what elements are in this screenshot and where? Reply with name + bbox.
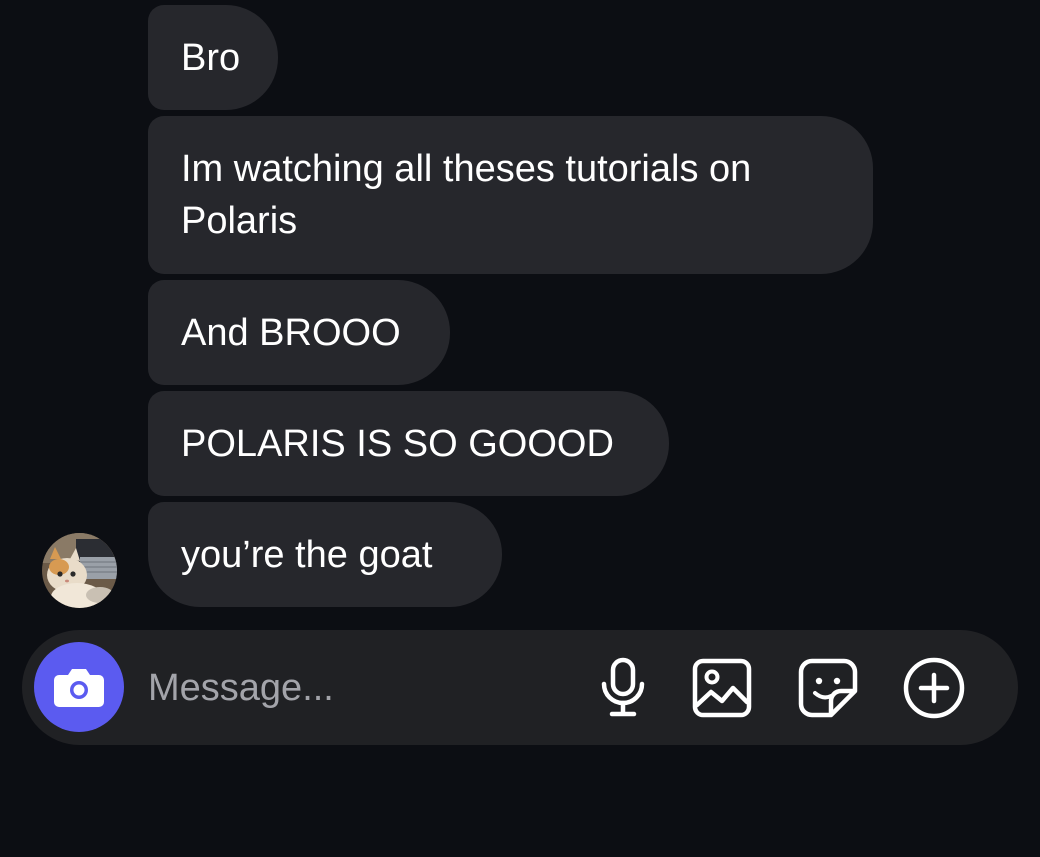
message-bubble[interactable]: Im watching all theses tutorials on Pola…	[148, 116, 873, 274]
sticker-icon	[798, 658, 858, 718]
message-bubble[interactable]: you’re the goat	[148, 502, 502, 607]
sender-avatar[interactable]	[42, 533, 117, 608]
camera-button[interactable]	[34, 642, 124, 732]
message-text: And BROOO	[181, 311, 401, 354]
message-bubble[interactable]: Bro	[148, 5, 278, 110]
message-bubble[interactable]: And BROOO	[148, 280, 450, 385]
avatar-cat-photo	[42, 533, 117, 608]
message-bubble[interactable]: POLARIS IS SO GOOOD	[148, 391, 669, 496]
message-text: POLARIS IS SO GOOOD	[181, 422, 614, 465]
message-input[interactable]	[148, 660, 568, 716]
message-text: Im watching all theses tutorials on Pola…	[181, 148, 752, 242]
camera-icon	[54, 669, 104, 707]
plus-circle-icon	[903, 657, 965, 719]
message-composer	[22, 630, 1018, 745]
gallery-icon	[692, 658, 752, 718]
more-options-button[interactable]	[903, 657, 965, 719]
message-thread: Bro Im watching all theses tutorials on …	[0, 0, 1040, 620]
gallery-button[interactable]	[691, 657, 753, 719]
message-text: Bro	[181, 36, 241, 79]
sticker-button[interactable]	[797, 657, 859, 719]
voice-message-button[interactable]	[592, 657, 654, 719]
message-text: you’re the goat	[181, 533, 433, 576]
microphone-icon	[601, 657, 645, 717]
